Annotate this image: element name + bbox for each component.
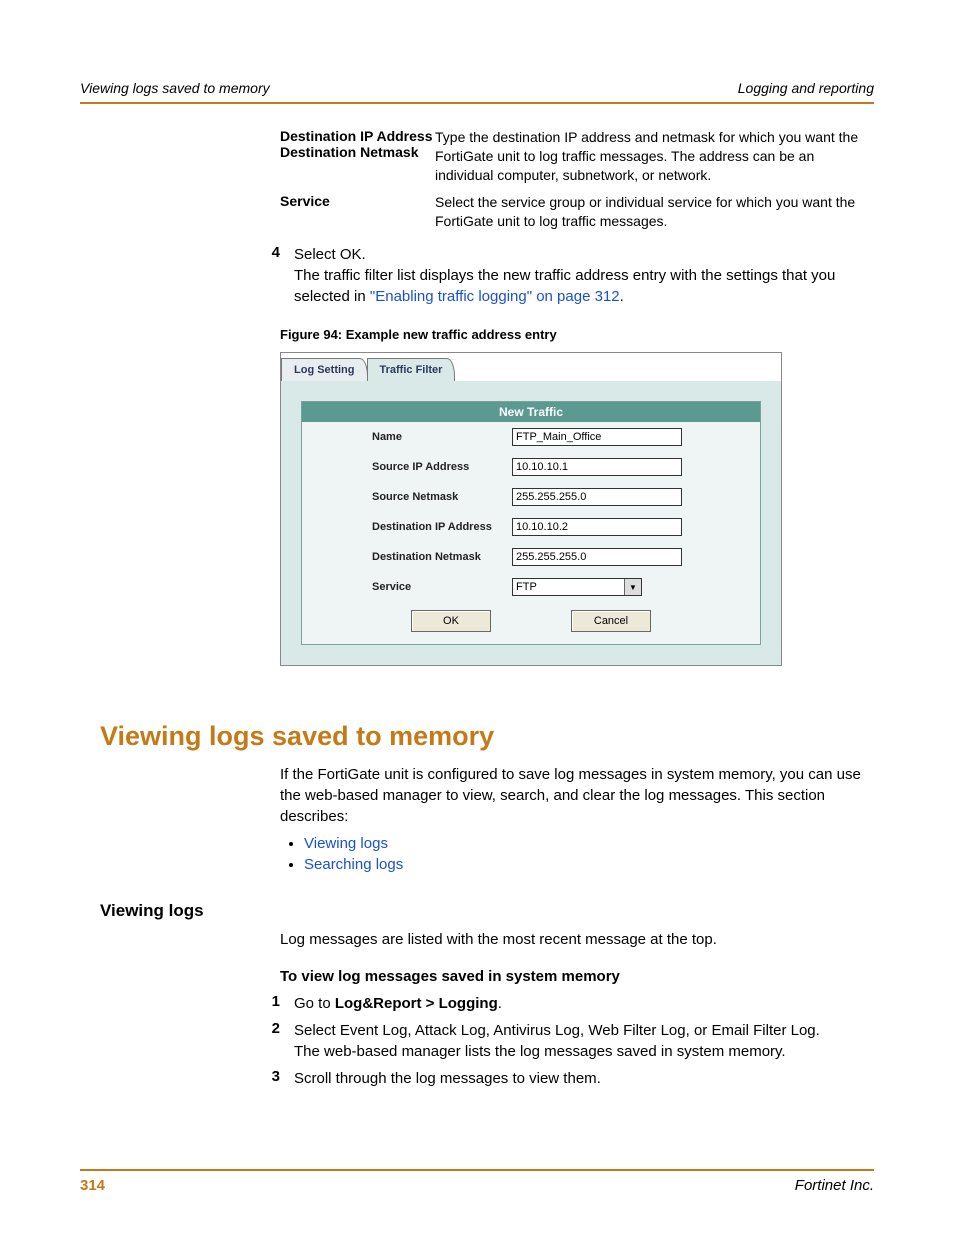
name-input[interactable]: [512, 428, 682, 446]
page-number: 314: [80, 1177, 105, 1194]
step-number: 4: [240, 244, 294, 265]
field-label-service: Service: [372, 581, 512, 593]
link-viewing-logs[interactable]: Viewing logs: [304, 835, 388, 852]
source-ip-input[interactable]: [512, 458, 682, 476]
step-number: 2: [240, 1020, 294, 1062]
step-text: The traffic filter list displays the new…: [294, 265, 874, 307]
service-select[interactable]: FTP ▼: [512, 578, 642, 596]
destination-netmask-input[interactable]: [512, 548, 682, 566]
tab-log-setting[interactable]: Log Setting: [281, 358, 368, 381]
step-number: 1: [240, 993, 294, 1014]
task-title: To view log messages saved in system mem…: [280, 968, 874, 985]
footer-brand: Fortinet Inc.: [795, 1177, 874, 1194]
definition-row: Destination IP Address Destination Netma…: [280, 128, 874, 185]
def-label: Destination Netmask: [280, 144, 435, 160]
step-text: Scroll through the log messages to view …: [294, 1068, 874, 1089]
def-desc: Type the destination IP address and netm…: [435, 128, 874, 185]
link-searching-logs[interactable]: Searching logs: [304, 856, 403, 873]
section-intro: If the FortiGate unit is configured to s…: [280, 764, 874, 827]
header-rule: [80, 102, 874, 104]
step-text: Go to Log&Report > Logging.: [294, 993, 874, 1014]
field-label-dst-mask: Destination Netmask: [372, 551, 512, 563]
source-netmask-input[interactable]: [512, 488, 682, 506]
xref-link[interactable]: "Enabling traffic logging" on page 312: [370, 288, 620, 305]
figure-new-traffic: Log Setting Traffic Filter New Traffic N…: [280, 352, 782, 666]
step-text: Select Event Log, Attack Log, Antivirus …: [294, 1020, 874, 1062]
destination-ip-input[interactable]: [512, 518, 682, 536]
header-left: Viewing logs saved to memory: [80, 80, 270, 96]
definition-row: Service Select the service group or indi…: [280, 193, 874, 231]
chevron-down-icon: ▼: [624, 579, 641, 595]
header-right: Logging and reporting: [738, 80, 874, 96]
cancel-button[interactable]: Cancel: [571, 610, 651, 632]
field-label-src-ip: Source IP Address: [372, 461, 512, 473]
tab-traffic-filter[interactable]: Traffic Filter: [367, 358, 456, 381]
step-text: Select OK.: [294, 244, 874, 265]
field-label-name: Name: [372, 431, 512, 443]
def-desc: Select the service group or individual s…: [435, 193, 874, 231]
section-heading: Viewing logs saved to memory: [100, 721, 874, 752]
def-label: Destination IP Address: [280, 128, 435, 144]
def-label: Service: [280, 193, 435, 209]
subsection-para: Log messages are listed with the most re…: [280, 929, 874, 950]
ok-button[interactable]: OK: [411, 610, 491, 632]
panel-title: New Traffic: [302, 402, 760, 422]
figure-caption: Figure 94: Example new traffic address e…: [280, 327, 874, 342]
subsection-heading: Viewing logs: [100, 901, 874, 921]
step-number: 3: [240, 1068, 294, 1089]
field-label-src-mask: Source Netmask: [372, 491, 512, 503]
field-label-dst-ip: Destination IP Address: [372, 521, 512, 533]
